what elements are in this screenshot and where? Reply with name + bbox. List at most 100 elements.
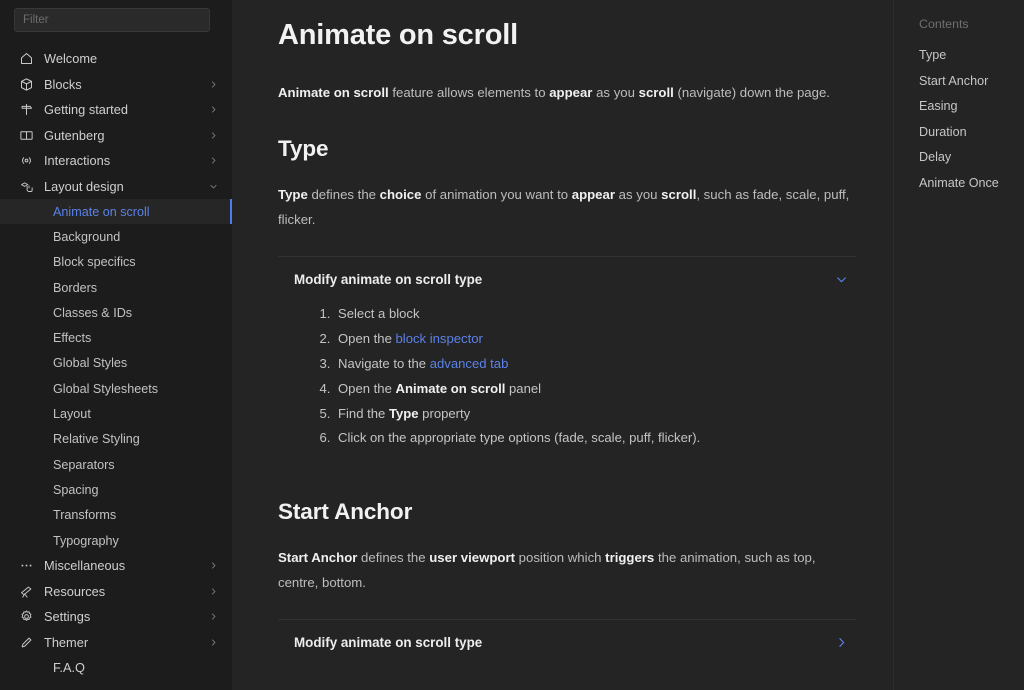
gear-icon [18, 609, 34, 625]
sidebar-item-getting-started[interactable]: Getting started [0, 97, 232, 123]
sidebar-subitem-label: Global Stylesheets [53, 381, 159, 396]
sidebar-subitem-block-specifics[interactable]: Block specifics [0, 250, 232, 275]
toc-item-delay[interactable]: Delay [919, 150, 1024, 164]
sidebar-subitem-label: Layout [53, 407, 91, 422]
toc-item-animate-once[interactable]: Animate Once [919, 176, 1024, 190]
sidebar-subitem-label: Animate on scroll [53, 204, 150, 219]
sidebar-item-gutenberg[interactable]: Gutenberg [0, 123, 232, 149]
step-post: panel [505, 380, 542, 396]
sidebar-subitem-label: Classes & IDs [53, 305, 133, 320]
main-content: Animate on scroll Animate on scroll feat… [232, 0, 893, 690]
intro-bold-1: Animate on scroll [278, 84, 389, 100]
section-paragraph-type: Type defines the choice of animation you… [278, 183, 856, 232]
chevron-down-icon[interactable] [208, 181, 218, 191]
step-pre: Open the [338, 380, 396, 396]
para-bold-1: Type [278, 187, 308, 203]
intro-text-1: feature allows elements to [388, 84, 550, 100]
link-block-inspector[interactable]: block inspector [396, 331, 483, 346]
sidebar-subitem-global-stylesheets[interactable]: Global Stylesheets [0, 376, 232, 401]
sidebar-subitem-transforms[interactable]: Transforms [0, 503, 232, 528]
toc-item-easing[interactable]: Easing [919, 99, 1024, 113]
chevron-right-icon[interactable] [208, 130, 218, 140]
chevron-right-icon[interactable] [208, 586, 218, 596]
chevron-right-icon[interactable] [208, 612, 218, 622]
step-post: property [418, 405, 471, 421]
step-bold: Animate on scroll [395, 380, 506, 396]
link-advanced-tab[interactable]: advanced tab [430, 356, 509, 371]
chevron-right-icon[interactable] [834, 635, 848, 649]
sidebar-subitem-label: Transforms [53, 508, 117, 523]
filter-input[interactable] [14, 8, 210, 32]
accordion-title: Modify animate on scroll type [294, 271, 483, 287]
sidebar-item-layout-design[interactable]: Layout design [0, 174, 232, 200]
sidebar-item-label: Layout design [44, 178, 124, 194]
para-bold-1: Start Anchor [278, 550, 358, 566]
intro-bold-3: scroll [638, 84, 674, 100]
ellipsis-icon [18, 558, 34, 574]
chevron-right-icon[interactable] [208, 156, 218, 166]
toc-item-duration[interactable]: Duration [919, 125, 1024, 139]
step-text: Click on the appropriate type options (f… [338, 430, 701, 446]
para-bold-3: triggers [605, 550, 655, 566]
sidebar-item-label: Blocks [44, 76, 82, 92]
sidebar-subitem-effects[interactable]: Effects [0, 325, 232, 350]
toc-item-start-anchor[interactable]: Start Anchor [919, 74, 1024, 88]
sidebar-subitem-relative-styling[interactable]: Relative Styling [0, 427, 232, 452]
sidebar-subitem-background[interactable]: Background [0, 224, 232, 249]
toc-item-type[interactable]: Type [919, 48, 1024, 62]
para-text-3: as you [614, 187, 662, 203]
accordion-header-type[interactable]: Modify animate on scroll type [278, 257, 856, 301]
list-item: Find the Type property [334, 403, 856, 424]
sidebar-item-label: Miscellaneous [44, 558, 126, 574]
para-text-2: of animation you want to [421, 187, 572, 203]
intro-text-3: (navigate) down the page. [673, 84, 830, 100]
sidebar-subitem-typography[interactable]: Typography [0, 528, 232, 553]
sidebar-item-blocks[interactable]: Blocks [0, 72, 232, 98]
accordion-header-start-anchor[interactable]: Modify animate on scroll type [278, 620, 856, 664]
sidebar-subitem-label: Typography [53, 533, 119, 548]
sidebar-subitem-label: Block specifics [53, 255, 136, 270]
intro-paragraph: Animate on scroll feature allows element… [278, 81, 856, 105]
accordion-body-type: Select a block Open the block inspector … [278, 301, 856, 468]
sidebar-item-welcome[interactable]: Welcome [0, 46, 232, 72]
sidebar-subitem-animate-on-scroll[interactable]: Animate on scroll [0, 199, 232, 225]
section-heading-type: Type [278, 136, 329, 162]
para-bold-4: scroll [661, 187, 697, 203]
sidebar-subitem-label: Effects [53, 331, 92, 346]
list-item: Open the block inspector [334, 328, 856, 349]
para-text-1: defines the [307, 187, 380, 203]
sidebar-item-faq[interactable]: F.A.Q [0, 655, 232, 681]
section-heading-start-anchor: Start Anchor [278, 499, 413, 525]
telescope-icon [18, 583, 34, 599]
sidebar-item-resources[interactable]: Resources [0, 579, 232, 605]
intro-bold-2: appear [549, 84, 593, 100]
sidebar-subitem-borders[interactable]: Borders [0, 275, 232, 300]
sidebar-subitem-spacing[interactable]: Spacing [0, 477, 232, 502]
chevron-right-icon[interactable] [208, 105, 218, 115]
sidebar-item-miscellaneous[interactable]: Miscellaneous [0, 553, 232, 579]
broadcast-icon [18, 153, 34, 169]
sidebar-item-label: Getting started [44, 102, 128, 118]
chevron-down-icon[interactable] [834, 272, 848, 286]
sidebar-item-label: Settings [44, 609, 91, 625]
sidebar-subitem-label: Borders [53, 280, 98, 295]
sidebar-item-interactions[interactable]: Interactions [0, 148, 232, 174]
sidebar-item-themer[interactable]: Themer [0, 630, 232, 656]
sidebar-subitem-classes-ids[interactable]: Classes & IDs [0, 300, 232, 325]
accordion-type: Modify animate on scroll type Select a b… [278, 256, 856, 468]
step-text: Select a block [338, 306, 420, 322]
chevron-right-icon[interactable] [208, 637, 218, 647]
chevron-right-icon[interactable] [208, 561, 218, 571]
sidebar-subitem-separators[interactable]: Separators [0, 452, 232, 477]
sidebar-item-settings[interactable]: Settings [0, 604, 232, 630]
accordion-start-anchor: Modify animate on scroll type [278, 619, 856, 664]
sidebar-item-label: Interactions [44, 153, 111, 169]
doc-article: Animate on scroll Animate on scroll feat… [278, 18, 856, 690]
sidebar-subitem-layout[interactable]: Layout [0, 401, 232, 426]
sidebar-subitem-label: Relative Styling [53, 432, 140, 447]
chevron-right-icon[interactable] [208, 79, 218, 89]
para-bold-3: appear [571, 187, 615, 203]
page-title: Animate on scroll [278, 19, 518, 51]
sidebar-subitem-global-styles[interactable]: Global Styles [0, 351, 232, 376]
sidebar-subitem-label: Spacing [53, 482, 99, 497]
